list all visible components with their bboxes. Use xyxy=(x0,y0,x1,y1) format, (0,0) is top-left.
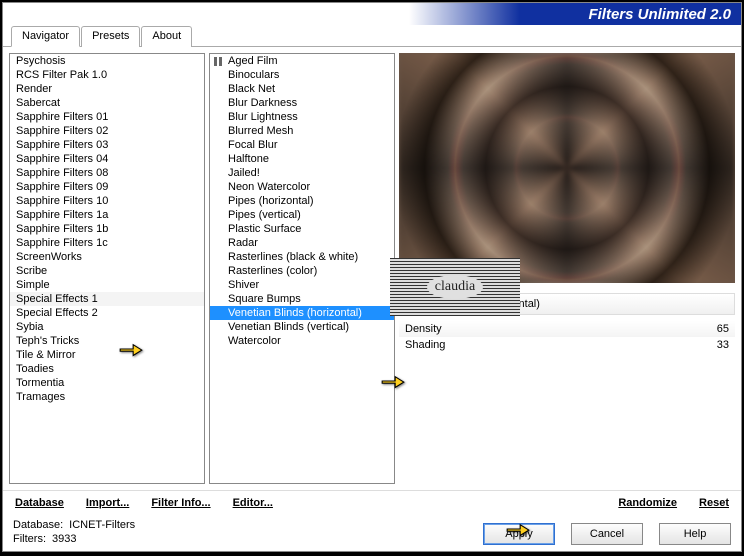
db-value: ICNET-Filters xyxy=(69,519,135,531)
category-item[interactable]: Tormentia xyxy=(10,376,204,390)
filter-item[interactable]: Pipes (horizontal) xyxy=(210,194,394,208)
filter-item[interactable]: Jailed! xyxy=(210,166,394,180)
param-value: 65 xyxy=(717,323,729,335)
preview-image xyxy=(399,53,735,283)
apply-button[interactable]: Apply xyxy=(483,523,555,545)
filters-count-value: 3933 xyxy=(52,533,76,545)
category-item[interactable]: Sapphire Filters 02 xyxy=(10,124,204,138)
category-item[interactable]: Sapphire Filters 1a xyxy=(10,208,204,222)
status-bar: Database: ICNET-Filters Filters: 3933 Appl… xyxy=(3,513,741,551)
filter-item[interactable]: Plastic Surface xyxy=(210,222,394,236)
filter-item[interactable]: Rasterlines (color) xyxy=(210,264,394,278)
category-item[interactable]: Sapphire Filters 01 xyxy=(10,110,204,124)
watermark-stamp: claudia xyxy=(390,258,520,316)
filter-item[interactable]: Radar xyxy=(210,236,394,250)
filter-item[interactable]: Rasterlines (black & white) xyxy=(210,250,394,264)
category-item[interactable]: RCS Filter Pak 1.0 xyxy=(10,68,204,82)
param-name: Shading xyxy=(405,339,445,351)
filter-item[interactable]: Watercolor xyxy=(210,334,394,348)
param-row[interactable]: Density 65 xyxy=(399,321,735,337)
filter-item[interactable]: Blur Lightness xyxy=(210,110,394,124)
filter-item[interactable]: Binoculars xyxy=(210,68,394,82)
editor-link[interactable]: Editor... xyxy=(229,495,277,511)
dialog-window: Filters Unlimited 2.0 NavigatorPresetsAb… xyxy=(2,2,742,552)
filter-item[interactable]: Square Bumps xyxy=(210,292,394,306)
category-item[interactable]: Render xyxy=(10,82,204,96)
category-item[interactable]: Toadies xyxy=(10,362,204,376)
filter-list[interactable]: Aged FilmBinocularsBlack NetBlur Darknes… xyxy=(209,53,395,484)
category-item[interactable]: Teph's Tricks xyxy=(10,334,204,348)
category-item[interactable]: ScreenWorks xyxy=(10,250,204,264)
reset-link[interactable]: Reset xyxy=(695,495,733,511)
title-bar: Filters Unlimited 2.0 xyxy=(3,3,741,25)
filter-item[interactable]: Halftone xyxy=(210,152,394,166)
filter-item[interactable]: Shiver xyxy=(210,278,394,292)
link-button-bar: Database Import... Filter Info... Editor… xyxy=(3,490,741,513)
filter-item[interactable]: Black Net xyxy=(210,82,394,96)
filter-item[interactable]: Neon Watercolor xyxy=(210,180,394,194)
category-item[interactable]: Tile & Mirror xyxy=(10,348,204,362)
category-item[interactable]: Sapphire Filters 1c xyxy=(10,236,204,250)
filter-column: Aged FilmBinocularsBlack NetBlur Darknes… xyxy=(209,53,395,484)
category-item[interactable]: Sapphire Filters 04 xyxy=(10,152,204,166)
tab-row: NavigatorPresetsAbout xyxy=(3,25,741,47)
param-name: Density xyxy=(405,323,442,335)
param-row[interactable]: Shading 33 xyxy=(399,337,735,353)
category-item[interactable]: Sapphire Filters 08 xyxy=(10,166,204,180)
category-item[interactable]: Sapphire Filters 1b xyxy=(10,222,204,236)
category-item[interactable]: Sapphire Filters 09 xyxy=(10,180,204,194)
import-link[interactable]: Import... xyxy=(82,495,133,511)
filter-item[interactable]: Blurred Mesh xyxy=(210,124,394,138)
tab-presets[interactable]: Presets xyxy=(81,26,140,47)
category-item[interactable]: Psychosis xyxy=(10,54,204,68)
filter-item[interactable]: Aged Film xyxy=(210,54,394,68)
category-item[interactable]: Special Effects 2 xyxy=(10,306,204,320)
parameter-list: Density 65 Shading 33 xyxy=(399,321,735,353)
title-text: Filters Unlimited 2.0 xyxy=(588,6,731,23)
filter-item[interactable]: Focal Blur xyxy=(210,138,394,152)
category-item[interactable]: Simple xyxy=(10,278,204,292)
category-item[interactable]: Sabercat xyxy=(10,96,204,110)
main-area: PsychosisRCS Filter Pak 1.0RenderSaberca… xyxy=(3,47,741,490)
filterinfo-link[interactable]: Filter Info... xyxy=(147,495,214,511)
tab-navigator[interactable]: Navigator xyxy=(11,26,80,47)
filter-item[interactable]: Pipes (vertical) xyxy=(210,208,394,222)
filter-item[interactable]: Blur Darkness xyxy=(210,96,394,110)
param-value: 33 xyxy=(717,339,729,351)
category-item[interactable]: Sybia xyxy=(10,320,204,334)
cancel-button[interactable]: Cancel xyxy=(571,523,643,545)
category-item[interactable]: Tramages xyxy=(10,390,204,404)
filter-item[interactable]: Venetian Blinds (horizontal) xyxy=(210,306,394,320)
filter-item[interactable]: Venetian Blinds (vertical) xyxy=(210,320,394,334)
category-column: PsychosisRCS Filter Pak 1.0RenderSaberca… xyxy=(9,53,205,484)
randomize-link[interactable]: Randomize xyxy=(614,495,681,511)
grid-icon xyxy=(214,57,223,66)
tab-about[interactable]: About xyxy=(141,26,192,47)
category-item[interactable]: Special Effects 1 xyxy=(10,292,204,306)
category-item[interactable]: Scribe xyxy=(10,264,204,278)
db-label: Database: xyxy=(13,519,63,531)
status-labels: Database: ICNET-Filters Filters: 3933 xyxy=(13,519,135,545)
category-item[interactable]: Sapphire Filters 10 xyxy=(10,194,204,208)
category-list[interactable]: PsychosisRCS Filter Pak 1.0RenderSaberca… xyxy=(9,53,205,484)
filters-count-label: Filters: xyxy=(13,533,46,545)
database-link[interactable]: Database xyxy=(11,495,68,511)
help-button[interactable]: Help xyxy=(659,523,731,545)
category-item[interactable]: Sapphire Filters 03 xyxy=(10,138,204,152)
